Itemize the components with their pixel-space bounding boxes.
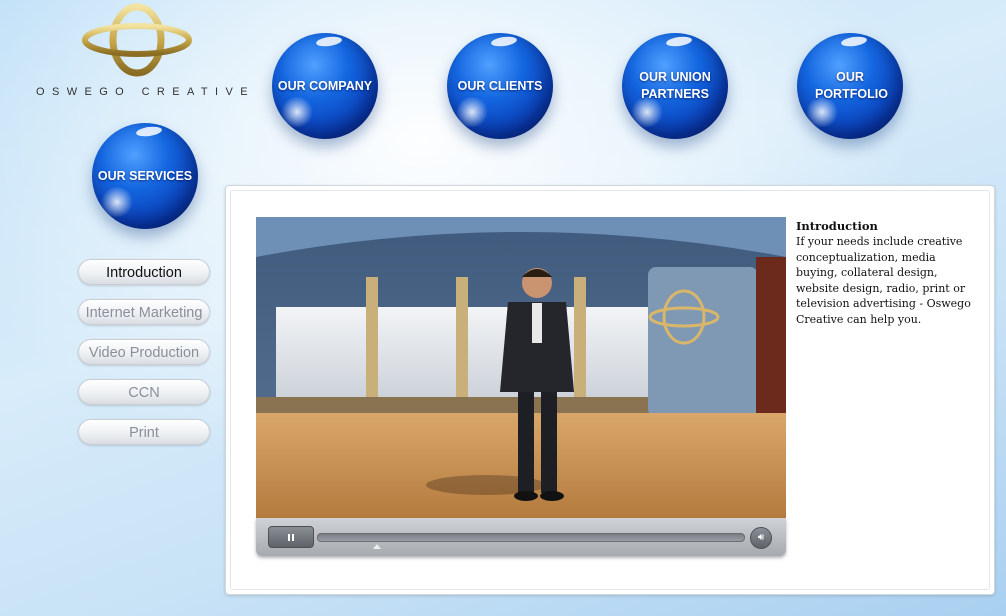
side-nav-print[interactable]: Print	[78, 419, 210, 445]
nav-our-clients[interactable]: OUR CLIENTS	[447, 33, 553, 139]
side-nav-internet-marketing[interactable]: Internet Marketing	[78, 299, 210, 325]
video-frame-presenter	[256, 217, 786, 518]
volume-button[interactable]: 🔊︎	[750, 527, 772, 549]
nav-our-union-partners-label: OUR UNION PARTNERS	[639, 70, 711, 101]
volume-icon: 🔊︎	[757, 532, 765, 543]
brand-name: OSWEGO CREATIVE	[36, 86, 255, 98]
side-nav-introduction[interactable]: Introduction	[78, 259, 210, 285]
oc-ring-logo-icon	[82, 3, 192, 77]
nav-our-portfolio[interactable]: OUR PORTFOLIO	[797, 33, 903, 139]
section-our-services-label: OUR SERVICES	[97, 168, 193, 183]
video-player[interactable]	[256, 217, 786, 518]
intro-text-block: Introduction If your needs include creat…	[796, 219, 976, 327]
nav-our-portfolio-label: OUR PORTFOLIO	[815, 70, 888, 101]
nav-our-clients-label: OUR CLIENTS	[457, 78, 543, 93]
side-nav-ccn[interactable]: CCN	[78, 379, 210, 405]
brand-logo[interactable]: OSWEGO CREATIVE	[30, 2, 248, 102]
video-progress-track[interactable]	[317, 533, 745, 542]
intro-title: Introduction	[796, 219, 878, 233]
video-progress-thumb[interactable]	[372, 544, 381, 549]
side-nav-video-production[interactable]: Video Production	[78, 339, 210, 365]
intro-body: If your needs include creative conceptua…	[796, 235, 971, 326]
nav-our-company-label: OUR COMPANY	[277, 78, 373, 93]
content-panel: 🔊︎ Introduction If your needs include cr…	[225, 185, 995, 595]
nav-our-company[interactable]: OUR COMPANY	[272, 33, 378, 139]
pause-button[interactable]	[268, 526, 314, 548]
pause-icon	[287, 528, 295, 546]
nav-our-union-partners[interactable]: OUR UNION PARTNERS	[622, 33, 728, 139]
section-our-services[interactable]: OUR SERVICES	[92, 123, 198, 229]
video-controls: 🔊︎	[256, 518, 786, 556]
